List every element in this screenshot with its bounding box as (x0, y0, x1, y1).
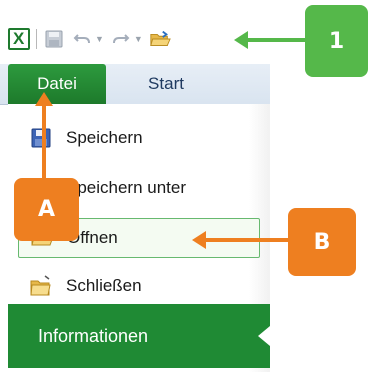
save-icon[interactable] (43, 28, 65, 50)
menu-item-save[interactable]: Speichern (18, 118, 260, 158)
annotation-badge-b: B (288, 208, 356, 276)
close-folder-icon (26, 274, 56, 298)
floppy-disk-icon (26, 126, 56, 150)
ribbon-tabs: Datei Start (0, 64, 270, 105)
toolbar-separator (36, 29, 37, 49)
redo-icon[interactable] (110, 28, 132, 50)
info-label: Informationen (38, 325, 149, 346)
undo-icon[interactable] (71, 28, 93, 50)
menu-item-label: Schließen (66, 276, 142, 295)
excel-logo-icon[interactable]: X (8, 28, 30, 50)
tab-start[interactable]: Start (126, 64, 206, 104)
quick-access-toolbar: X ▼ ▼ (8, 22, 270, 56)
menu-item-close[interactable]: Schließen (18, 266, 260, 306)
selection-notch (258, 326, 270, 346)
annotation-badge-1: 1 (305, 5, 368, 77)
menu-item-label: Speichern unter (66, 178, 187, 197)
tab-file[interactable]: Datei (8, 64, 106, 104)
open-folder-icon[interactable] (149, 28, 171, 50)
redo-dropdown-icon[interactable]: ▼ (134, 34, 143, 44)
menu-item-info[interactable]: Informationen (8, 304, 270, 368)
menu-item-label: Speichern (66, 128, 143, 147)
annotation-badge-a: A (14, 178, 79, 241)
undo-dropdown-icon[interactable]: ▼ (95, 34, 104, 44)
